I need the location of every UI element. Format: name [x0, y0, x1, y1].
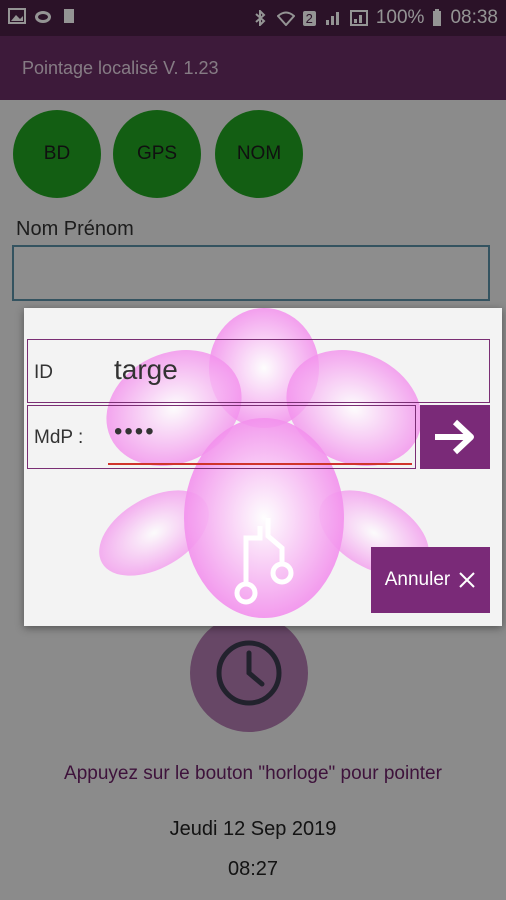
cancel-button[interactable]: Annuler	[371, 547, 490, 613]
submit-button[interactable]	[420, 405, 490, 469]
close-icon	[459, 572, 475, 588]
arrow-right-icon	[435, 419, 474, 455]
password-field[interactable]: MdP : ••••	[27, 405, 416, 469]
password-label: MdP :	[34, 427, 84, 448]
id-input[interactable]: targe	[114, 354, 178, 386]
login-dialog: ID targe MdP : •••• Annuler	[24, 308, 502, 626]
id-label: ID	[34, 362, 53, 383]
cancel-label: Annuler	[384, 569, 451, 590]
password-input[interactable]: ••••	[114, 418, 156, 446]
id-field[interactable]: ID targe	[27, 339, 490, 403]
password-underline	[108, 463, 412, 465]
